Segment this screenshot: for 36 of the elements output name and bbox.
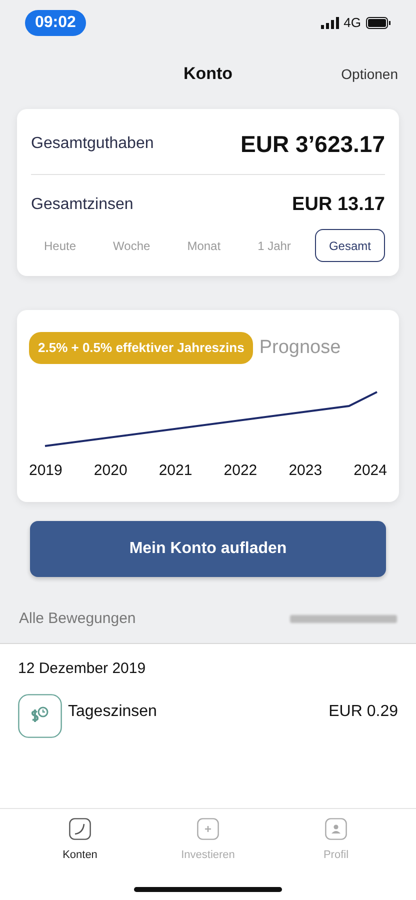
year-label: 2023: [288, 460, 322, 480]
signal-icon: [320, 17, 339, 29]
period-tab[interactable]: Monat: [174, 229, 234, 262]
year-label: 2021: [158, 460, 192, 480]
page-title: Konto: [183, 63, 233, 86]
summary-amount: EUR 13.17: [292, 192, 385, 216]
summary-label: Gesamtzinsen: [31, 194, 134, 215]
year-label: 2024: [354, 460, 387, 480]
summary-amount: EUR 3’623.17: [240, 130, 385, 159]
year-label: 2022: [224, 460, 258, 480]
tab-bar-item[interactable]: Profil: [296, 818, 376, 864]
transaction-name: Tageszinsen: [68, 702, 157, 722]
interest-badge: 2.5% + 0.5% effektiver Jahreszins: [29, 332, 254, 364]
tab-bar-item[interactable]: Investieren: [168, 818, 248, 864]
transaction-row[interactable]: Tageszinsen EUR 0.29: [18, 694, 398, 738]
period-tab[interactable]: Heute: [31, 229, 90, 262]
curve-icon: [69, 818, 91, 840]
period-tab[interactable]: 1 Jahr: [244, 229, 304, 262]
interest-icon: [18, 694, 62, 738]
network-label: 4G: [344, 14, 361, 32]
year-label: 2020: [94, 460, 128, 480]
tab-bar-item[interactable]: Konten: [40, 818, 120, 864]
transaction-amount: EUR 0.29: [328, 702, 398, 722]
topup-button[interactable]: Mein Konto aufladen: [30, 521, 386, 577]
date-heading: 12 Dezember 2019: [18, 659, 147, 679]
year-label: 2019: [29, 460, 62, 480]
plus-icon: [197, 818, 219, 840]
period-tab[interactable]: Gesamt: [314, 229, 385, 262]
person-icon: [325, 818, 347, 840]
forecast-title: Prognose: [259, 336, 341, 360]
period-tab[interactable]: Woche: [100, 229, 164, 262]
status-time: 09:02: [25, 10, 86, 36]
battery-icon: [366, 17, 391, 29]
summary-label: Gesamtguthaben: [31, 134, 154, 154]
options-button[interactable]: Optionen: [341, 64, 398, 84]
section-title: Alle Bewegungen: [19, 608, 136, 629]
